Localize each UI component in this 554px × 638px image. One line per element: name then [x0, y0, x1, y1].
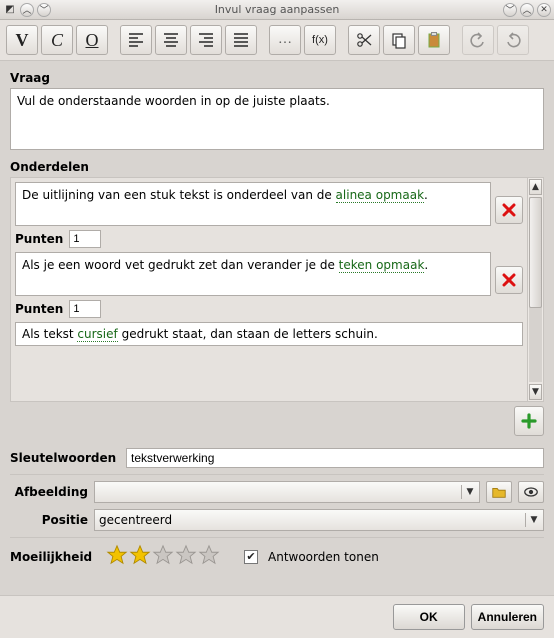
afbeelding-select[interactable]: ▼	[94, 481, 480, 503]
punten-row: Punten	[15, 300, 523, 318]
punten-row: Punten	[15, 230, 523, 248]
clipboard-icon	[425, 31, 443, 49]
star-1[interactable]	[106, 544, 128, 569]
punten-label: Punten	[15, 302, 63, 316]
italic-button[interactable]: C	[41, 25, 73, 55]
delete-component-button[interactable]	[495, 196, 523, 224]
positie-value: gecentreerd	[99, 513, 172, 527]
components-scrollbar[interactable]: ▲ ▼	[527, 178, 543, 401]
sleutelwoorden-row: Sleutelwoorden	[10, 448, 544, 468]
fill-word: alinea opmaak	[336, 188, 424, 203]
component-row: De uitlijning van een stuk tekst is onde…	[15, 182, 523, 226]
copy-icon	[390, 31, 408, 49]
redo-icon	[504, 31, 522, 49]
app-icon: ◩	[3, 3, 17, 17]
align-left-button[interactable]	[120, 25, 152, 55]
vraag-textarea[interactable]: Vul de onderstaande woorden in op de jui…	[10, 88, 544, 150]
onderdelen-label: Onderdelen	[10, 160, 544, 174]
plus-icon	[520, 412, 538, 430]
positie-row: Positie gecentreerd ▼	[10, 509, 544, 531]
fill-word: cursief	[77, 327, 117, 342]
cancel-button[interactable]: Annuleren	[471, 604, 544, 630]
titlebar: ◩ ︿ ﹀ Invul vraag aanpassen ﹀ ︿ ✕	[0, 0, 554, 20]
browse-image-button[interactable]	[486, 481, 512, 503]
component-row: Als je een woord vet gedrukt zet dan ver…	[15, 252, 523, 296]
align-right-button[interactable]	[190, 25, 222, 55]
cut-button[interactable]	[348, 25, 380, 55]
copy-button[interactable]	[383, 25, 415, 55]
positie-select[interactable]: gecentreerd ▼	[94, 509, 544, 531]
delete-component-button[interactable]	[495, 266, 523, 294]
delete-icon	[500, 271, 518, 289]
component-editor[interactable]: De uitlijning van een stuk tekst is onde…	[15, 182, 491, 226]
minimize-button[interactable]: ﹀	[503, 3, 517, 17]
moeilijkheid-label: Moeilijkheid	[10, 550, 100, 564]
underline-button[interactable]: O	[76, 25, 108, 55]
star-4[interactable]	[175, 544, 197, 569]
chevron-down-icon: ▼	[525, 513, 539, 527]
preview-image-button[interactable]	[518, 481, 544, 503]
scroll-down-arrow[interactable]: ▼	[529, 384, 542, 400]
close-button[interactable]: ✕	[537, 3, 551, 17]
chevron-down-icon: ▼	[461, 485, 475, 499]
afbeelding-label: Afbeelding	[10, 485, 88, 499]
ok-button[interactable]: OK	[393, 604, 465, 630]
maximize-button[interactable]: ︿	[520, 3, 534, 17]
star-rating[interactable]	[106, 544, 220, 569]
paste-button[interactable]	[418, 25, 450, 55]
window-title: Invul vraag aanpassen	[0, 3, 554, 16]
sleutelwoorden-input[interactable]	[126, 448, 544, 468]
sleutelwoorden-label: Sleutelwoorden	[10, 451, 120, 465]
undo-icon	[469, 31, 487, 49]
align-center-icon	[162, 31, 180, 49]
folder-open-icon	[491, 484, 507, 500]
scroll-track[interactable]	[529, 197, 542, 382]
antwoorden-tonen-checkbox[interactable]: ✔	[244, 550, 258, 564]
scroll-up-arrow[interactable]: ▲	[529, 179, 542, 195]
formatting-toolbar: V C O … f(x)	[0, 20, 554, 61]
ellipsis-button[interactable]: …	[269, 25, 301, 55]
scroll-thumb[interactable]	[529, 197, 542, 308]
punten-input[interactable]	[69, 300, 101, 318]
antwoorden-tonen-label: Antwoorden tonen	[268, 550, 379, 564]
eye-icon	[523, 484, 539, 500]
components-panel: De uitlijning van een stuk tekst is onde…	[10, 177, 544, 402]
scissors-icon	[355, 31, 373, 49]
align-left-icon	[127, 31, 145, 49]
redo-button[interactable]	[497, 25, 529, 55]
punten-label: Punten	[15, 232, 63, 246]
button-bar: OK Annuleren	[0, 595, 554, 638]
fill-word: teken opmaak	[339, 258, 425, 273]
component-editor[interactable]: Als tekst cursief gedrukt staat, dan sta…	[15, 322, 523, 346]
component-editor[interactable]: Als je een woord vet gedrukt zet dan ver…	[15, 252, 491, 296]
titlebar-rollup-down[interactable]: ﹀	[37, 3, 51, 17]
formula-button[interactable]: f(x)	[304, 25, 336, 55]
undo-button[interactable]	[462, 25, 494, 55]
align-center-button[interactable]	[155, 25, 187, 55]
moeilijkheid-row: Moeilijkheid ✔ Antwoorden tonen	[10, 544, 544, 569]
bold-button[interactable]: V	[6, 25, 38, 55]
delete-icon	[500, 201, 518, 219]
align-justify-button[interactable]	[225, 25, 257, 55]
component-row: Als tekst cursief gedrukt staat, dan sta…	[15, 322, 523, 346]
align-right-icon	[197, 31, 215, 49]
align-justify-icon	[232, 31, 250, 49]
add-component-button[interactable]	[514, 406, 544, 436]
star-5[interactable]	[198, 544, 220, 569]
vraag-label: Vraag	[10, 71, 544, 85]
star-2[interactable]	[129, 544, 151, 569]
star-3[interactable]	[152, 544, 174, 569]
punten-input[interactable]	[69, 230, 101, 248]
positie-label: Positie	[10, 513, 88, 527]
afbeelding-row: Afbeelding ▼	[10, 481, 544, 503]
titlebar-rollup-up[interactable]: ︿	[20, 3, 34, 17]
